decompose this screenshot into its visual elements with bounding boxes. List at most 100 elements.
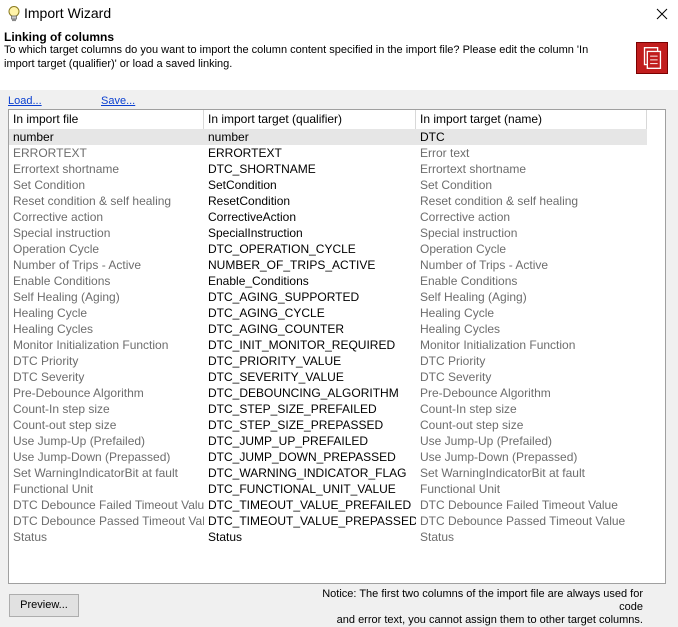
notice-line-2: and error text, you cannot assign them t…	[336, 614, 643, 626]
cell-target-name: Monitor Initialization Function	[420, 338, 576, 352]
cell-target-qualifier[interactable]: DTC_INIT_MONITOR_REQUIRED	[204, 337, 416, 353]
cell-target-qualifier[interactable]: DTC_JUMP_UP_PREFAILED	[204, 433, 416, 449]
cell-target-name: Count-In step size	[420, 402, 517, 416]
table-row[interactable]: Errortext shortname DTC_SHORTNAME Errortex…	[9, 161, 647, 177]
cell-target-qualifier[interactable]: SpecialInstruction	[204, 225, 416, 241]
link-bar: Load... Save...	[0, 95, 678, 109]
table-row[interactable]: Functional Unit DTC_FUNCTIONAL_UNIT_VALUE…	[9, 481, 647, 497]
import-columns-icon	[636, 42, 668, 74]
cell-target-qualifier[interactable]: DTC_AGING_CYCLE	[204, 305, 416, 321]
cell-target-qualifier[interactable]: DTC_TIMEOUT_VALUE_PREFAILED	[204, 497, 416, 513]
cell-target-name: Status	[420, 530, 455, 544]
cell-target-qualifier[interactable]: number	[204, 129, 416, 145]
table-row[interactable]: Reset condition & self healing ResetCondi…	[9, 193, 647, 209]
load-link[interactable]: Load...	[8, 95, 42, 107]
cell-import-file: Functional Unit	[13, 482, 94, 496]
cell-target-qualifier[interactable]: DTC_SHORTNAME	[204, 161, 416, 177]
cell-target-qualifier[interactable]: DTC_TIMEOUT_VALUE_PREPASSED	[204, 513, 416, 529]
table-row[interactable]: Enable Conditions Enable_Conditions Enable…	[9, 273, 647, 289]
table-row[interactable]: Use Jump-Down (Prepassed) DTC_JUMP_DOWN_P…	[9, 449, 647, 465]
cell-target-qualifier[interactable]: SetCondition	[204, 177, 416, 193]
save-link[interactable]: Save...	[101, 95, 135, 107]
grid-rows: number number DTC ERRORTEXT ERRORTEXT Error t…	[9, 129, 647, 545]
column-mapping-grid[interactable]: In import file In import target (qualifi…	[8, 109, 666, 584]
table-row[interactable]: Status Status Status	[9, 529, 647, 545]
cell-target-name: Set Condition	[420, 178, 493, 192]
cell-import-file: Status	[13, 530, 48, 544]
cell-import-file: Use Jump-Down (Prepassed)	[13, 450, 171, 464]
cell-target-name: Reset condition & self healing	[420, 194, 579, 208]
table-row[interactable]: DTC Priority DTC_PRIORITY_VALUE DTC Priori…	[9, 353, 647, 369]
table-row[interactable]: Healing Cycles DTC_AGING_COUNTER Healing C…	[9, 321, 647, 337]
cell-import-file: Use Jump-Up (Prefailed)	[13, 434, 146, 448]
cell-target-qualifier[interactable]: DTC_PRIORITY_VALUE	[204, 353, 416, 369]
cell-target-name: Functional Unit	[420, 482, 501, 496]
preview-button[interactable]: Preview...	[9, 594, 79, 617]
table-row[interactable]: Special instruction SpecialInstruction Spe…	[9, 225, 647, 241]
table-row[interactable]: Use Jump-Up (Prefailed) DTC_JUMP_UP_PREFA…	[9, 433, 647, 449]
table-row[interactable]: Set Condition SetCondition Set Condition	[9, 177, 647, 193]
cell-target-qualifier[interactable]: NUMBER_OF_TRIPS_ACTIVE	[204, 257, 416, 273]
cell-target-name: Operation Cycle	[420, 242, 507, 256]
column-header-target-qualifier[interactable]: In import target (qualifier)	[204, 110, 416, 129]
cell-import-file: Count-In step size	[13, 402, 110, 416]
cell-import-file: Errortext shortname	[13, 162, 120, 176]
cell-target-name: DTC Priority	[420, 354, 486, 368]
cell-import-file: Operation Cycle	[13, 242, 100, 256]
cell-target-qualifier[interactable]: DTC_AGING_COUNTER	[204, 321, 416, 337]
table-row[interactable]: Count-In step size DTC_STEP_SIZE_PREFAILE…	[9, 401, 647, 417]
table-row[interactable]: number number DTC	[9, 129, 647, 145]
notice-line-1: Notice: The first two columns of the imp…	[322, 588, 643, 613]
table-row[interactable]: Count-out step size DTC_STEP_SIZE_PREPASS…	[9, 417, 647, 433]
page-description: To which target columns do you want to i…	[4, 44, 589, 70]
cell-import-file: Count-out step size	[13, 418, 117, 432]
cell-target-qualifier[interactable]: DTC_JUMP_DOWN_PREPASSED	[204, 449, 416, 465]
table-row[interactable]: Self Healing (Aging) DTC_AGING_SUPPORTED S…	[9, 289, 647, 305]
close-button[interactable]	[646, 0, 678, 28]
notice-text: Notice: The first two columns of the imp…	[300, 588, 643, 627]
table-row[interactable]: DTC Debounce Failed Timeout Value DTC_TIM…	[9, 497, 647, 513]
table-row[interactable]: ERRORTEXT ERRORTEXT Error text	[9, 145, 647, 161]
table-row[interactable]: Monitor Initialization Function DTC_INIT_…	[9, 337, 647, 353]
cell-target-name: DTC	[420, 130, 445, 144]
cell-target-name: Corrective action	[420, 210, 511, 224]
cell-target-qualifier[interactable]: DTC_OPERATION_CYCLE	[204, 241, 416, 257]
cell-target-qualifier[interactable]: DTC_WARNING_INDICATOR_FLAG	[204, 465, 416, 481]
cell-target-qualifier[interactable]: DTC_STEP_SIZE_PREPASSED	[204, 417, 416, 433]
title-bar: Import Wizard	[0, 0, 678, 28]
column-header-target-name[interactable]: In import target (name)	[416, 110, 647, 129]
cell-target-qualifier[interactable]: DTC_FUNCTIONAL_UNIT_VALUE	[204, 481, 416, 497]
cell-target-name: Use Jump-Down (Prepassed)	[420, 450, 578, 464]
column-header-import-file[interactable]: In import file	[9, 110, 204, 129]
cell-target-qualifier[interactable]: DTC_AGING_SUPPORTED	[204, 289, 416, 305]
cell-target-qualifier[interactable]: Enable_Conditions	[204, 273, 416, 289]
cell-import-file: DTC Debounce Failed Timeout Value	[13, 498, 204, 512]
cell-target-qualifier[interactable]: DTC_STEP_SIZE_PREFAILED	[204, 401, 416, 417]
lightbulb-icon	[8, 6, 20, 22]
cell-target-qualifier[interactable]: ResetCondition	[204, 193, 416, 209]
cell-target-name: Enable Conditions	[420, 274, 518, 288]
table-row[interactable]: Operation Cycle DTC_OPERATION_CYCLE Operat…	[9, 241, 647, 257]
cell-import-file: Number of Trips - Active	[13, 258, 142, 272]
table-row[interactable]: DTC Severity DTC_SEVERITY_VALUE DTC Severi…	[9, 369, 647, 385]
table-row[interactable]: Corrective action CorrectiveAction Correct…	[9, 209, 647, 225]
cell-import-file: Enable Conditions	[13, 274, 111, 288]
table-row[interactable]: Number of Trips - Active NUMBER_OF_TRIPS_…	[9, 257, 647, 273]
table-row[interactable]: DTC Debounce Passed Timeout Value DTC_TIM…	[9, 513, 647, 529]
table-row[interactable]: Healing Cycle DTC_AGING_CYCLE Healing Cycl…	[9, 305, 647, 321]
cell-target-qualifier[interactable]: DTC_DEBOUNCING_ALGORITHM	[204, 385, 416, 401]
cell-target-qualifier[interactable]: DTC_SEVERITY_VALUE	[204, 369, 416, 385]
cell-import-file: Reset condition & self healing	[13, 194, 172, 208]
cell-target-name: Set WarningIndicatorBit at fault	[420, 466, 585, 480]
cell-import-file: Set WarningIndicatorBit at fault	[13, 466, 178, 480]
table-row[interactable]: Set WarningIndicatorBit at fault DTC_WARN…	[9, 465, 647, 481]
cell-target-qualifier[interactable]: Status	[204, 529, 416, 545]
cell-import-file: DTC Priority	[13, 354, 79, 368]
cell-import-file: ERRORTEXT	[13, 146, 87, 160]
cell-import-file: number	[13, 130, 54, 144]
cell-target-qualifier[interactable]: ERRORTEXT	[204, 145, 416, 161]
table-row[interactable]: Pre-Debounce Algorithm DTC_DEBOUNCING_ALG…	[9, 385, 647, 401]
cell-import-file: Healing Cycle	[13, 306, 88, 320]
cell-target-qualifier[interactable]: CorrectiveAction	[204, 209, 416, 225]
cell-import-file: Self Healing (Aging)	[13, 290, 120, 304]
